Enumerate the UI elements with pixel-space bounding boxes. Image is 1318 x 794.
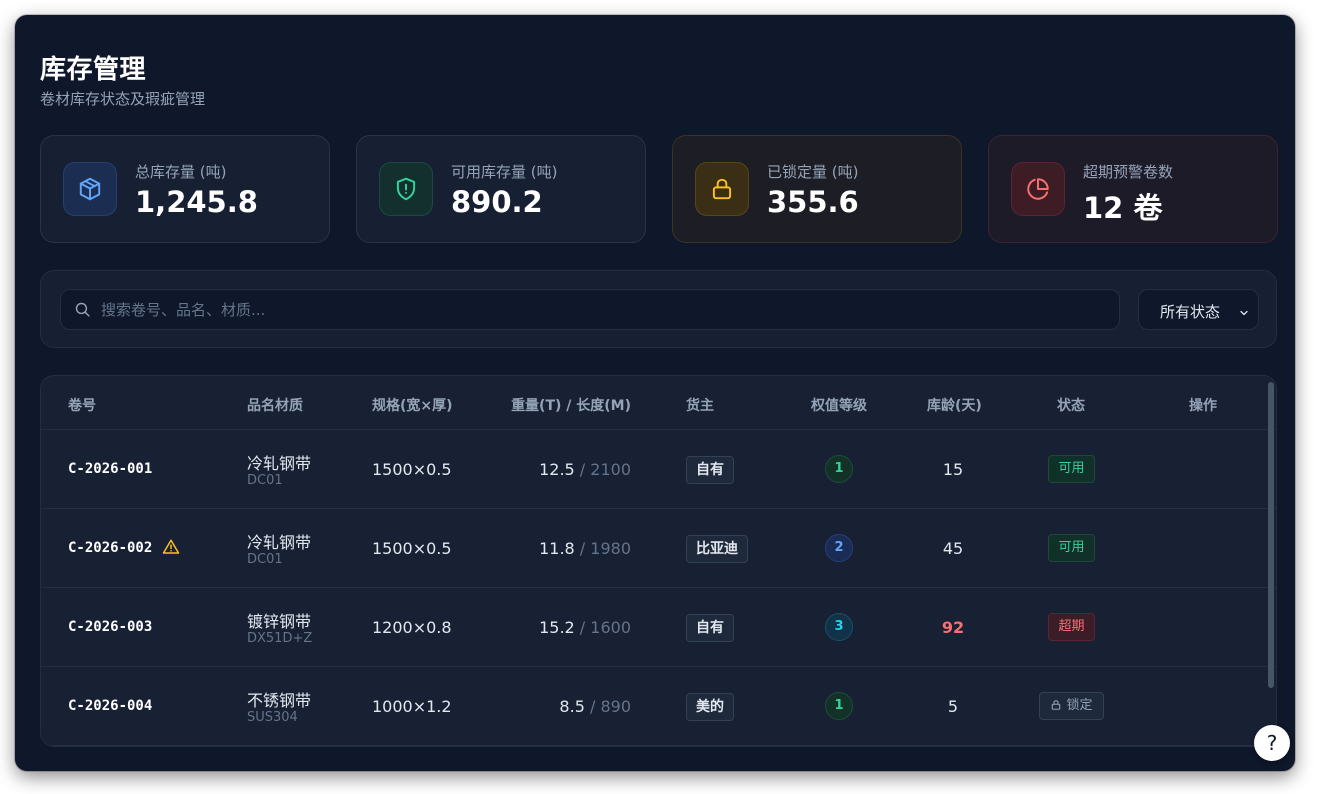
status-label: 锁定 <box>1066 698 1093 713</box>
product-material: DC01 <box>247 552 283 567</box>
filter-bar: 所有状态 <box>40 270 1277 348</box>
status-filter-select[interactable]: 所有状态 <box>1138 289 1259 330</box>
storage-age: 92 <box>941 618 965 637</box>
grade-badge: 3 <box>825 613 853 641</box>
column-header-weight-length: 重量(T) / 长度(M) <box>511 398 631 414</box>
table-scrollbar[interactable] <box>1268 382 1274 688</box>
column-header-grade: 权值等级 <box>811 398 867 414</box>
lock-icon <box>1050 698 1066 713</box>
weight-length-separator: / <box>589 697 596 716</box>
weight-length: 8.5 / 890 <box>559 697 631 716</box>
coil-number: C-2026-001 <box>68 461 153 477</box>
status-badge: 可用 <box>1048 455 1095 483</box>
weight: 11.8 <box>539 539 575 558</box>
spec: 1200×0.8 <box>372 618 452 637</box>
weight-length: 11.8 / 1980 <box>539 539 631 558</box>
grade-badge: 1 <box>825 455 853 483</box>
stat-card-total-stock: 总库存量 (吨) 1,245.8 <box>40 135 330 243</box>
storage-age: 45 <box>942 539 964 558</box>
owner-badge: 自有 <box>686 614 734 642</box>
shield-alert-icon <box>379 162 433 216</box>
length: 890 <box>600 697 631 716</box>
weight-length: 15.2 / 1600 <box>539 618 631 637</box>
length: 2100 <box>590 460 631 479</box>
stat-label: 总库存量 (吨) <box>135 163 227 181</box>
search-icon <box>74 301 91 322</box>
coil-number: C-2026-002 <box>68 540 153 556</box>
help-button[interactable]: ? <box>1254 725 1290 761</box>
product-material: DC01 <box>247 473 283 488</box>
product-material: DX51D+Z <box>247 631 313 646</box>
column-header-coil-no: 卷号 <box>68 398 96 414</box>
inventory-table: 卷号 品名材质 规格(宽×厚) 重量(T) / 长度(M) 货主 权值等级 库龄… <box>40 375 1277 747</box>
spec: 1500×0.5 <box>372 460 452 479</box>
storage-age: 15 <box>942 460 964 479</box>
lock-icon <box>695 162 749 216</box>
coil-number: C-2026-003 <box>68 619 153 635</box>
spec: 1000×1.2 <box>372 697 452 716</box>
stat-label: 超期预警卷数 <box>1083 163 1174 181</box>
grade-badge: 2 <box>825 534 853 562</box>
table-row[interactable]: C-2026-002 冷轧钢带 DC01 1500×0.5 11.8 / 198… <box>41 509 1276 588</box>
column-header-spec: 规格(宽×厚) <box>372 398 453 414</box>
inventory-window: 库存管理 卷材库存状态及瑕疵管理 总库存量 (吨) 1,245.8 可用库存量 … <box>15 15 1295 771</box>
stat-card-overdue-warning: 超期预警卷数 12 卷 <box>988 135 1278 243</box>
column-header-product: 品名材质 <box>247 398 303 414</box>
weight-length-separator: / <box>579 618 586 637</box>
page-subtitle: 卷材库存状态及瑕疵管理 <box>40 90 206 108</box>
weight-length: 12.5 / 2100 <box>539 460 631 479</box>
stat-label: 已锁定量 (吨) <box>767 163 859 181</box>
owner-badge: 美的 <box>686 693 734 721</box>
column-header-age: 库龄(天) <box>927 398 982 414</box>
table-row[interactable]: C-2026-001 冷轧钢带 DC01 1500×0.5 12.5 / 210… <box>41 430 1276 509</box>
product-name: 冷轧钢带 <box>247 533 312 552</box>
stat-card-available-stock: 可用库存量 (吨) 890.2 <box>356 135 646 243</box>
length: 1980 <box>590 539 631 558</box>
stat-value: 1,245.8 <box>135 185 258 219</box>
box-icon <box>63 162 117 216</box>
warning-triangle-icon <box>162 538 180 560</box>
table-row[interactable]: C-2026-004 不锈钢带 SUS304 1000×1.2 8.5 / 89… <box>41 667 1276 746</box>
column-header-actions: 操作 <box>1189 398 1217 414</box>
stat-value: 12 卷 <box>1083 191 1163 225</box>
storage-age: 5 <box>947 697 959 716</box>
search-input[interactable] <box>101 290 1101 329</box>
coil-number: C-2026-004 <box>68 698 153 714</box>
stat-card-locked-stock: 已锁定量 (吨) 355.6 <box>672 135 962 243</box>
product-name: 冷轧钢带 <box>247 454 312 473</box>
column-header-status: 状态 <box>1057 398 1085 414</box>
product-material: SUS304 <box>247 710 298 725</box>
weight-length-separator: / <box>579 539 586 558</box>
page-title: 库存管理 <box>40 55 147 85</box>
grade-badge: 1 <box>825 692 853 720</box>
weight-length-separator: / <box>579 460 586 479</box>
weight: 8.5 <box>559 697 585 716</box>
owner-badge: 比亚迪 <box>686 535 748 563</box>
stat-label: 可用库存量 (吨) <box>451 163 558 181</box>
status-filter-value: 所有状态 <box>1160 303 1221 321</box>
product-name: 镀锌钢带 <box>247 612 312 631</box>
status-badge: 可用 <box>1048 534 1095 562</box>
spec: 1500×0.5 <box>372 539 452 558</box>
search-box[interactable] <box>60 289 1120 330</box>
pie-chart-icon <box>1011 162 1065 216</box>
stat-value: 355.6 <box>767 185 859 219</box>
weight: 15.2 <box>539 618 575 637</box>
length: 1600 <box>590 618 631 637</box>
status-badge: 超期 <box>1048 613 1095 641</box>
owner-badge: 自有 <box>686 456 734 484</box>
chevron-down-icon <box>1238 304 1250 323</box>
table-row[interactable]: C-2026-003 镀锌钢带 DX51D+Z 1200×0.8 15.2 / … <box>41 588 1276 667</box>
status-badge: 锁定 <box>1039 692 1104 720</box>
stat-value: 890.2 <box>451 185 543 219</box>
product-name: 不锈钢带 <box>247 691 312 710</box>
weight: 12.5 <box>539 460 575 479</box>
table-header: 卷号 品名材质 规格(宽×厚) 重量(T) / 长度(M) 货主 权值等级 库龄… <box>41 376 1276 430</box>
column-header-owner: 货主 <box>686 398 714 414</box>
